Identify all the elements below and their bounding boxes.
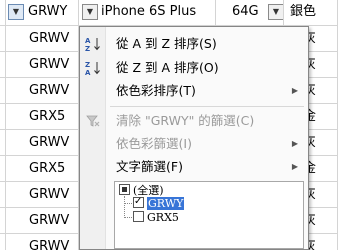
tree-connector (124, 196, 125, 218)
clear-filter-icon (85, 113, 101, 129)
tree-connector (124, 203, 132, 204)
header-label-b: iPhone 6S Plus (101, 4, 197, 19)
sort-descending-icon: Z A (85, 60, 101, 77)
menu-item-sort-ascending[interactable]: A Z 從 A 到 Z 排序(S) (80, 33, 308, 55)
cell-a[interactable]: GRX5 (6, 104, 79, 129)
submenu-arrow-icon: ▶ (291, 139, 298, 148)
text-filter-label: 文字篩選(F) (116, 159, 183, 174)
svg-text:A: A (85, 37, 91, 45)
autofilter-menu: A Z 從 A 到 Z 排序(S) Z A 從 Z 到 A 排序(O) 依色彩排… (79, 26, 309, 250)
menu-item-sort-by-color[interactable]: 依色彩排序(T) ▶ (80, 80, 308, 102)
filter-item-grwy[interactable]: GRWY (133, 197, 185, 211)
cell-a[interactable]: GRWV (6, 130, 79, 155)
sort-by-color-label: 依色彩排序(T) (116, 83, 196, 98)
header-cell-a[interactable]: ▼ GRWY (6, 0, 79, 25)
filter-item-grx5[interactable]: GRX5 (133, 211, 179, 225)
menu-item-clear-filter[interactable]: 清除 "GRWY" 的篩選(C) (80, 110, 308, 132)
cell-a[interactable]: GRWV (6, 52, 79, 77)
cell-a[interactable]: GRWV (6, 234, 79, 250)
cell-a[interactable]: GRWV (6, 182, 79, 207)
menu-separator (110, 106, 304, 107)
filter-dropdown-icon[interactable]: ▼ (82, 4, 98, 20)
svg-text:A: A (85, 69, 91, 76)
header-row: ▼ GRWY ▼ iPhone 6S Plus ▼ 64G ▼ 銀色 (0, 0, 338, 26)
filter-active-icon[interactable]: ▼ (8, 4, 24, 20)
svg-text:Z: Z (85, 61, 90, 69)
cell-a[interactable]: GRWV (6, 26, 79, 51)
submenu-arrow-icon: ▶ (291, 86, 298, 95)
clear-filter-label: 清除 "GRWY" 的篩選(C) (116, 113, 255, 128)
submenu-arrow-icon: ▶ (291, 162, 298, 171)
cell-a[interactable]: GRWV (6, 208, 79, 233)
sort-descending-label: 從 Z 到 A 排序(O) (116, 60, 219, 75)
sort-ascending-label: 從 A 到 Z 排序(S) (116, 36, 217, 51)
sort-ascending-icon: A Z (85, 36, 101, 53)
filter-item-label: GRWY (147, 197, 185, 210)
header-cell-c[interactable]: ▼ 64G ▼ (216, 0, 284, 25)
filter-item-label: GRX5 (147, 211, 179, 224)
cell-a[interactable]: GRWV (6, 78, 79, 103)
header-label-c: 64G (232, 4, 259, 19)
header-label-a: GRWY (28, 4, 68, 19)
header-cell-b[interactable]: ▼ iPhone 6S Plus (79, 0, 216, 25)
header-label-d: 銀色 (290, 4, 317, 19)
svg-text:Z: Z (85, 45, 90, 52)
unchecked-checkbox-icon[interactable] (133, 211, 144, 222)
menu-item-filter-by-color[interactable]: 依色彩篩選(I) ▶ (80, 133, 308, 155)
tree-connector (124, 217, 132, 218)
filter-by-color-label: 依色彩篩選(I) (116, 136, 192, 151)
filter-dropdown-icon[interactable]: ▼ (268, 4, 283, 20)
checked-checkbox-icon[interactable] (133, 197, 144, 208)
partial-checkbox-icon[interactable] (119, 184, 130, 195)
filter-values-list[interactable]: (全選) GRWY GRX5 (114, 181, 304, 249)
header-cell-d[interactable]: 銀色 (284, 0, 338, 25)
menu-item-sort-descending[interactable]: Z A 從 Z 到 A 排序(O) (80, 57, 308, 79)
cell-a[interactable]: GRX5 (6, 156, 79, 181)
menu-item-text-filter[interactable]: 文字篩選(F) ▶ (80, 156, 308, 178)
